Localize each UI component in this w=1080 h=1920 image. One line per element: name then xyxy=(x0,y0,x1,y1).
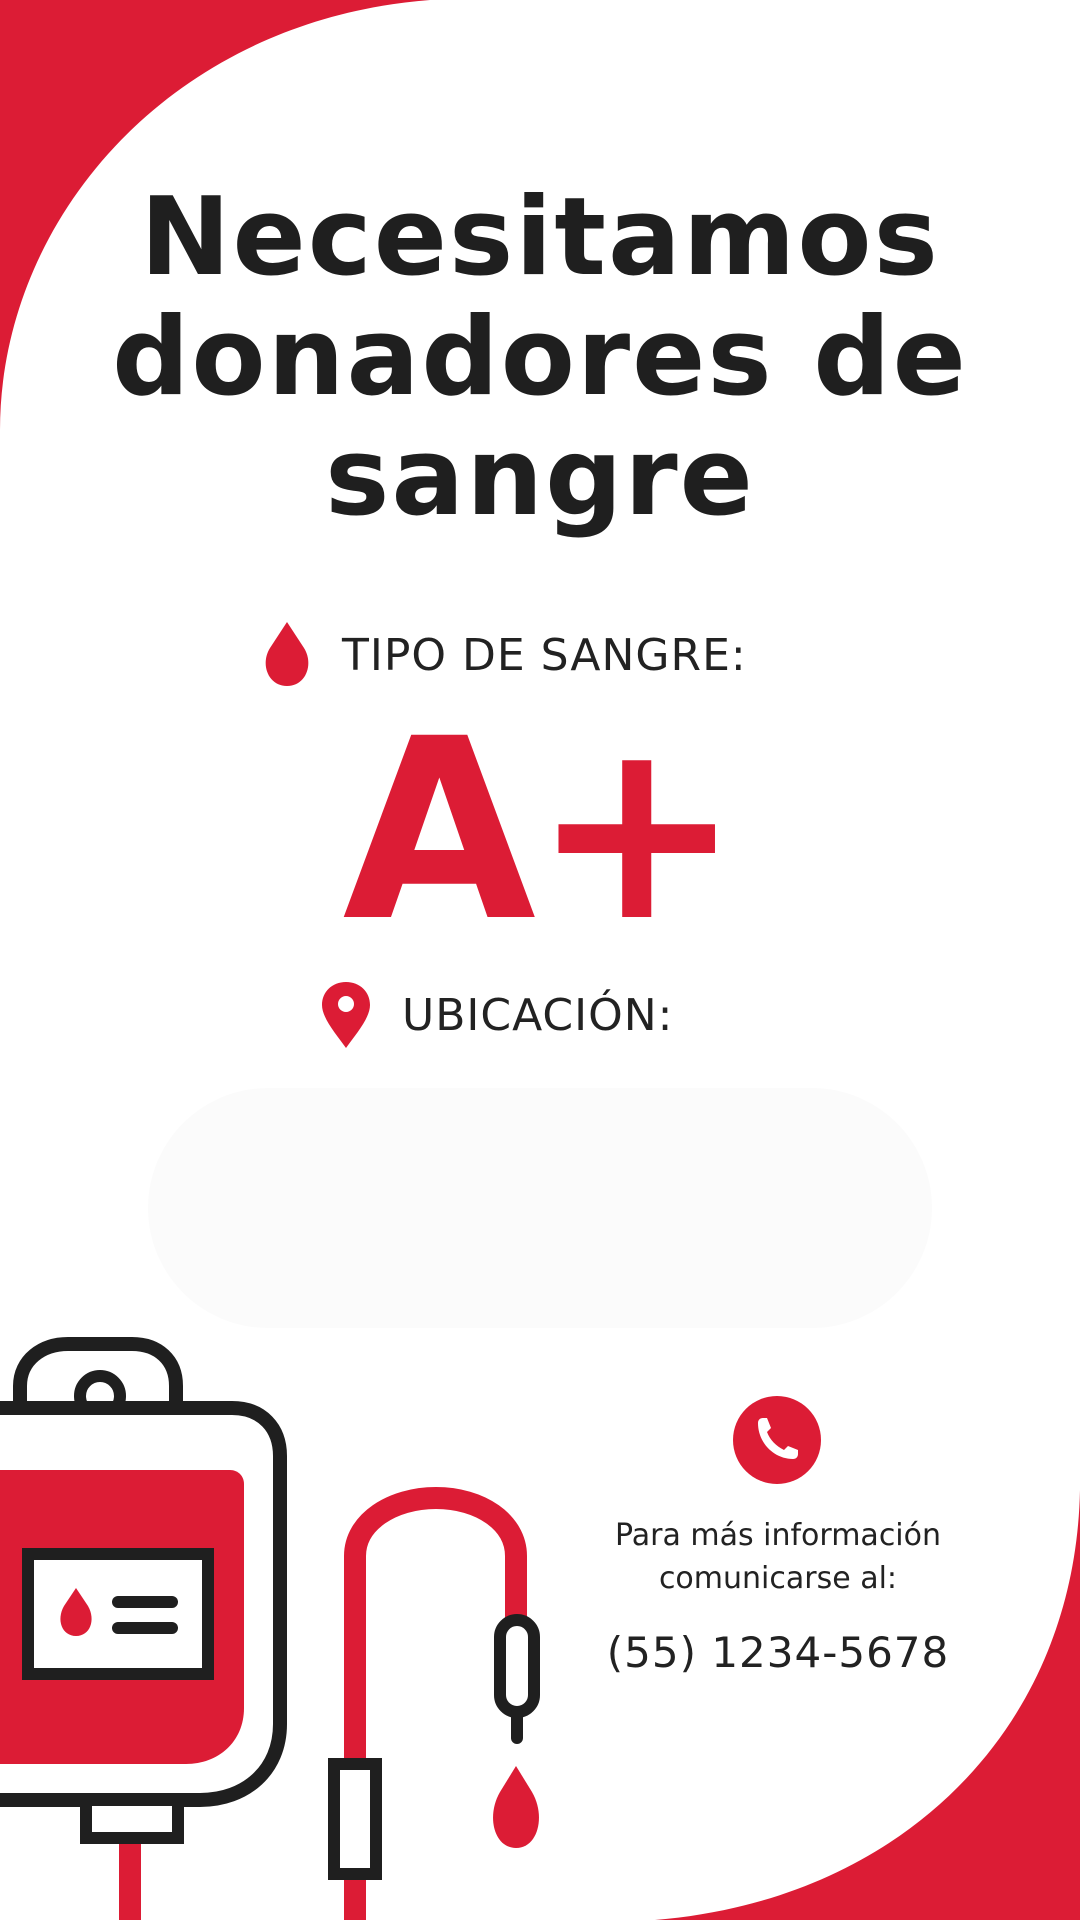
contact-info: Para más información comunicarse al: xyxy=(578,1514,978,1600)
map-pin-icon xyxy=(322,982,370,1048)
phone-icon xyxy=(733,1396,821,1484)
blood-drop-icon xyxy=(265,622,309,686)
title-line-2: donadores de xyxy=(112,295,968,420)
title-line-1: Necesitamos xyxy=(140,175,940,300)
contact-line-1: Para más información xyxy=(614,1518,942,1553)
phone-number: (55) 1234-5678 xyxy=(606,1628,950,1677)
contact-line-2: comunicarse al: xyxy=(658,1561,898,1596)
poster: Necesitamos donadores de sangre TIPO DE … xyxy=(0,0,1080,1920)
location-label-text: UBICACIÓN: xyxy=(402,989,674,1041)
blood-bag-icon xyxy=(0,1337,540,1920)
location-box xyxy=(148,1088,932,1328)
title-line-3: sangre xyxy=(325,415,755,540)
blood-type-label: TIPO DE SANGRE: xyxy=(262,620,747,690)
page-title: Necesitamos donadores de sangre xyxy=(40,178,1040,538)
location-label: UBICACIÓN: xyxy=(320,980,674,1050)
blood-type-value: A+ xyxy=(342,685,742,976)
blood-type-label-text: TIPO DE SANGRE: xyxy=(342,629,747,681)
